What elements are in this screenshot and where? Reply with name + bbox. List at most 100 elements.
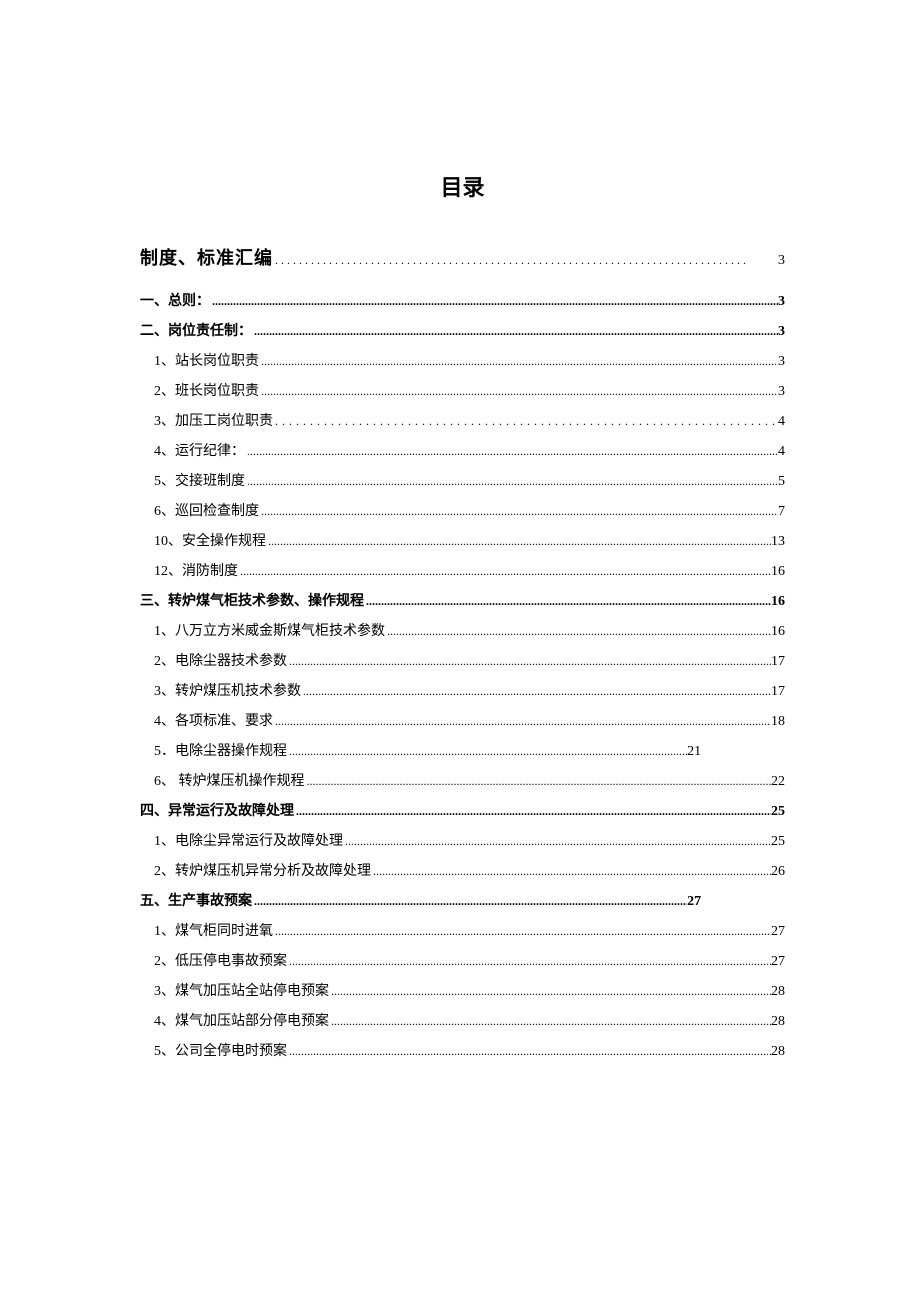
toc-entry: 一、总则：...................................… — [140, 290, 785, 310]
toc-entry-page: 3 — [778, 324, 785, 340]
toc-entry-page: 16 — [771, 564, 785, 580]
toc-entry-text: 6、巡回检查制度 — [154, 500, 259, 520]
toc-dots: ........................................… — [245, 474, 778, 489]
toc-entry-page: 7 — [778, 504, 785, 520]
toc-body: 一、总则：...................................… — [140, 290, 785, 1060]
toc-entry-text: 2、转炉煤压机异常分析及故障处理 — [154, 860, 371, 880]
toc-entry-text: 2、电除尘器技术参数 — [154, 650, 287, 670]
toc-entry: 10、安全操作规程...............................… — [140, 530, 785, 550]
toc-entry-text: 4、各项标准、要求 — [154, 710, 273, 730]
toc-entry: 4、各项标准、要求...............................… — [140, 710, 785, 730]
toc-entry-text: 4、煤气加压站部分停电预案 — [154, 1010, 329, 1030]
toc-dots: ........................................… — [259, 354, 778, 369]
toc-entry-text: 1、煤气柜同时进氧 — [154, 920, 273, 940]
toc-dots: ........................................… — [305, 774, 772, 789]
toc-entry: 2、电除尘器技术参数..............................… — [140, 650, 785, 670]
toc-entry-text: 10、安全操作规程 — [154, 530, 266, 550]
toc-entry: 2、低压停电事故预案..............................… — [140, 950, 785, 970]
toc-dots: ........................................… — [238, 564, 771, 579]
toc-entry-text: 2、班长岗位职责 — [154, 380, 259, 400]
toc-dots: ........................................… — [385, 624, 771, 639]
toc-entry: 12、消防制度.................................… — [140, 560, 785, 580]
toc-dots: ........................................… — [371, 864, 771, 879]
toc-entry: 五、生产事故预案................................… — [140, 890, 701, 910]
toc-main-page: 3 — [778, 253, 785, 269]
toc-dots: ........................................… — [364, 594, 771, 609]
toc-entry-page: 25 — [771, 804, 785, 820]
toc-entry: 1、煤气柜同时进氧...............................… — [140, 920, 785, 940]
toc-entry-text: 1、八万立方米威金斯煤气柜技术参数 — [154, 620, 385, 640]
toc-dots: ........................................… — [329, 984, 771, 999]
toc-entry: 3、转炉煤压机技术参数.............................… — [140, 680, 785, 700]
toc-dots: ........................................… — [273, 924, 771, 939]
toc-dots: ........................................… — [301, 684, 771, 699]
toc-entry-text: 4、运行纪律： — [154, 440, 245, 460]
toc-entry-page: 16 — [771, 624, 785, 640]
toc-dots: ........................................… — [266, 534, 771, 549]
toc-dots: ........................................… — [273, 253, 778, 268]
toc-entry: 1、站长岗位职责................................… — [140, 350, 785, 370]
toc-entry: 1、八万立方米威金斯煤气柜技术参数.......................… — [140, 620, 785, 640]
toc-dots: ........................................… — [259, 504, 778, 519]
toc-entry-page: 27 — [771, 924, 785, 940]
toc-entry-text: 1、站长岗位职责 — [154, 350, 259, 370]
toc-entry-page: 27 — [687, 894, 701, 910]
toc-entry-text: 1、电除尘异常运行及故障处理 — [154, 830, 343, 850]
toc-entry-text: 一、总则： — [140, 290, 210, 310]
toc-entry: 4、运行纪律：.................................… — [140, 440, 785, 460]
toc-entry-text: 3、转炉煤压机技术参数 — [154, 680, 301, 700]
toc-dots: ........................................… — [294, 804, 771, 819]
toc-dots: ........................................… — [273, 414, 778, 429]
toc-entry-text: 6、 转炉煤压机操作规程 — [154, 770, 305, 790]
toc-dots: ........................................… — [287, 744, 687, 759]
toc-entry-text: 3、煤气加压站全站停电预案 — [154, 980, 329, 1000]
toc-entry-page: 28 — [771, 984, 785, 1000]
toc-dots: ........................................… — [329, 1014, 771, 1029]
toc-title: 目录 — [140, 170, 785, 202]
toc-entry-page: 28 — [771, 1014, 785, 1030]
toc-entry: 三、转炉煤气柜技术参数、操作规程........................… — [140, 590, 785, 610]
toc-dots: ........................................… — [252, 324, 778, 339]
toc-entry-page: 16 — [771, 594, 785, 610]
toc-entry: 2、班长岗位职责................................… — [140, 380, 785, 400]
toc-entry-page: 4 — [778, 444, 785, 460]
toc-entry: 5．电除尘器操作规程..............................… — [140, 740, 701, 760]
toc-dots: ........................................… — [273, 714, 771, 729]
toc-entry-page: 13 — [771, 534, 785, 550]
toc-entry-page: 21 — [687, 744, 701, 760]
toc-entry-page: 27 — [771, 954, 785, 970]
toc-dots: ........................................… — [259, 384, 778, 399]
toc-entry-text: 二、岗位责任制： — [140, 320, 252, 340]
toc-entry-text: 12、消防制度 — [154, 560, 238, 580]
toc-dots: ........................................… — [210, 294, 778, 309]
toc-entry-page: 26 — [771, 864, 785, 880]
toc-entry-page: 25 — [771, 834, 785, 850]
toc-entry-text: 五、生产事故预案 — [140, 890, 252, 910]
toc-entry: 5、公司全停电时预案..............................… — [140, 1040, 785, 1060]
toc-entry-text: 三、转炉煤气柜技术参数、操作规程 — [140, 590, 364, 610]
toc-dots: ........................................… — [287, 954, 771, 969]
toc-entry: 四、异常运行及故障处理.............................… — [140, 800, 785, 820]
toc-entry: 6、巡回检查制度................................… — [140, 500, 785, 520]
toc-entry-text: 5．电除尘器操作规程 — [154, 740, 287, 760]
toc-entry: 二、岗位责任制：................................… — [140, 320, 785, 340]
toc-entry-text: 3、加压工岗位职责 — [154, 410, 273, 430]
toc-entry-page: 3 — [778, 294, 785, 310]
toc-entry-page: 18 — [771, 714, 785, 730]
toc-entry: 4、煤气加压站部分停电预案...........................… — [140, 1010, 785, 1030]
toc-main-entry: 制度、标准汇编 ................................… — [140, 244, 785, 270]
toc-dots: ........................................… — [287, 654, 771, 669]
toc-entry: 1、电除尘异常运行及故障处理..........................… — [140, 830, 785, 850]
toc-dots: ........................................… — [245, 444, 778, 459]
toc-entry-page: 3 — [778, 354, 785, 370]
toc-entry: 6、 转炉煤压机操作规程............................… — [140, 770, 785, 790]
toc-entry: 5、交接班制度.................................… — [140, 470, 785, 490]
toc-dots: ........................................… — [252, 894, 687, 909]
toc-entry-page: 17 — [771, 654, 785, 670]
toc-entry-page: 3 — [778, 384, 785, 400]
toc-entry-page: 22 — [771, 774, 785, 790]
toc-dots: ........................................… — [343, 834, 771, 849]
toc-entry: 3、加压工岗位职责 ..............................… — [140, 410, 785, 430]
toc-entry-page: 5 — [778, 474, 785, 490]
toc-entry-text: 四、异常运行及故障处理 — [140, 800, 294, 820]
